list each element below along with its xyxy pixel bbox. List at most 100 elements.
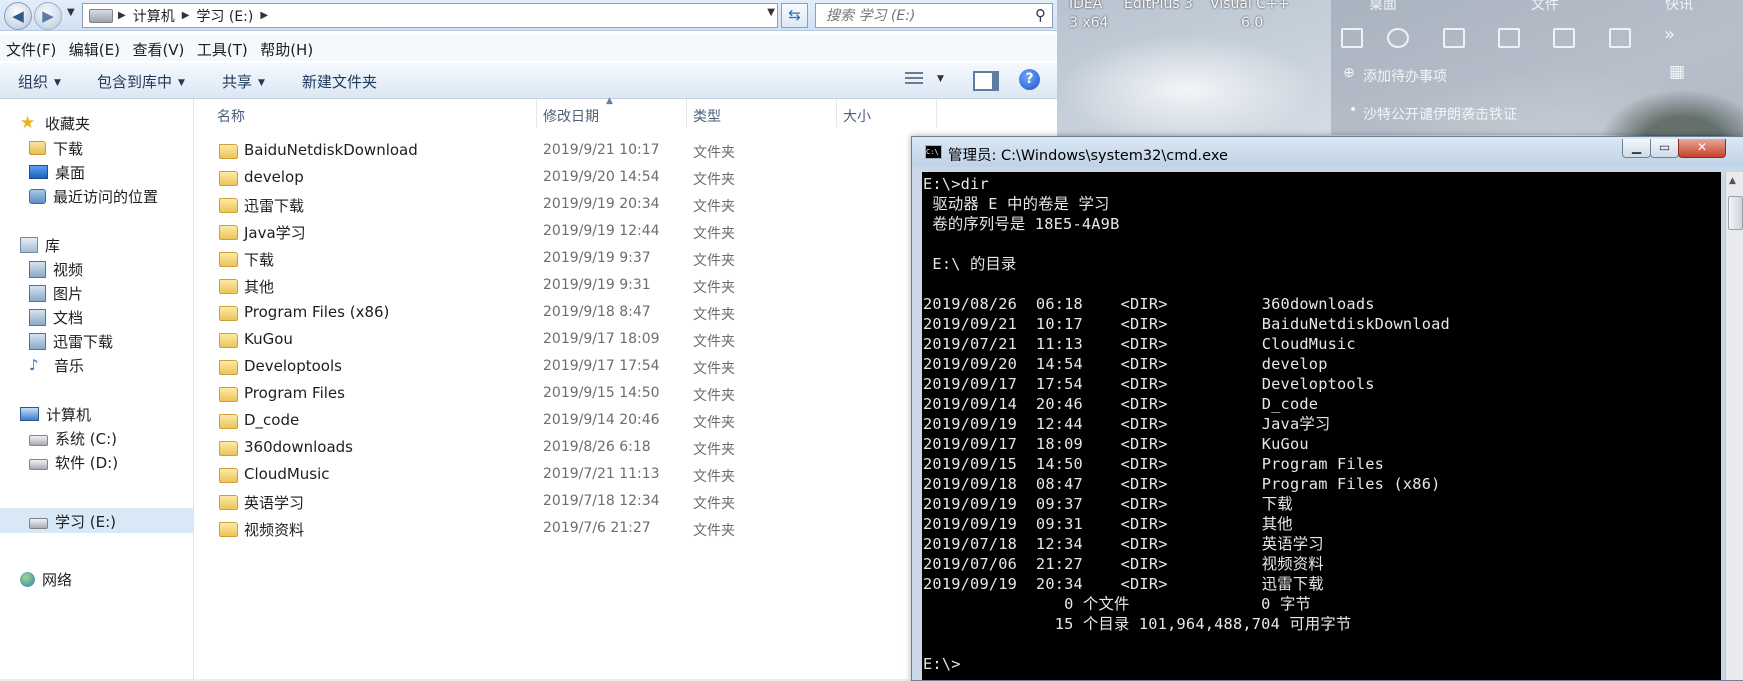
- minimize-button[interactable]: ▁: [1622, 139, 1651, 158]
- column-divider[interactable]: [836, 99, 837, 127]
- column-header-modified[interactable]: 修改日期: [543, 106, 599, 126]
- file-date: 2019/9/19 20:34: [543, 196, 660, 212]
- folder-icon: [219, 279, 238, 294]
- news-headline[interactable]: 沙特公开谴伊朗袭击铁证: [1363, 104, 1517, 124]
- file-type: 文件夹: [693, 253, 735, 269]
- file-name: 下载: [244, 251, 275, 269]
- image-icon[interactable]: [1553, 28, 1575, 48]
- include-in-library-button[interactable]: 包含到库中 ▼: [97, 71, 185, 92]
- refresh-button[interactable]: ⇆: [781, 3, 808, 28]
- address-bar[interactable]: ▶ 计算机 ▶ 学习 (E:) ▶ ▼: [82, 3, 778, 28]
- nav-recent-places[interactable]: 最近访问的位置: [29, 184, 158, 208]
- explorer-window: ◀ ▶ ▼ ▶ 计算机 ▶ 学习 (E:) ▶ ▼ ⇆ ⚲ 文件(F) 编辑(E…: [0, 0, 1057, 679]
- edit-icon[interactable]: [1443, 28, 1465, 48]
- console-scrollbar[interactable]: ▲: [1725, 172, 1743, 680]
- add-todo-icon[interactable]: ⊕: [1343, 65, 1355, 81]
- file-name: 迅雷下载: [244, 197, 305, 215]
- breadcrumb-arrow-icon[interactable]: ▶: [179, 10, 193, 21]
- folder-icon: [219, 225, 238, 240]
- scroll-up-icon[interactable]: ▲: [1729, 176, 1736, 186]
- column-divider[interactable]: [536, 99, 537, 127]
- console-output[interactable]: E:\>dir 驱动器 E 中的卷是 学习 卷的序列号是 18E5-4A9B E…: [922, 172, 1721, 680]
- desktop-icon-vc-label[interactable]: Visual C++: [1210, 0, 1289, 12]
- column-header-name[interactable]: 名称: [217, 106, 245, 126]
- nav-drive-d[interactable]: 软件 (D:): [29, 450, 118, 474]
- nav-libraries[interactable]: 库: [20, 233, 60, 257]
- add-todo-label[interactable]: 添加待办事项: [1363, 66, 1447, 86]
- nav-favorites[interactable]: ★ 收藏夹: [20, 111, 90, 135]
- breadcrumb-arrow-icon[interactable]: ▶: [257, 10, 271, 21]
- help-icon[interactable]: ?: [1019, 69, 1040, 90]
- maximize-button[interactable]: ▭: [1650, 139, 1679, 158]
- menu-help[interactable]: 帮助(H): [254, 35, 313, 60]
- desktop-icon-idea-label[interactable]: IDEA: [1069, 0, 1102, 12]
- new-folder-button[interactable]: 新建文件夹: [302, 71, 377, 92]
- menu-file[interactable]: 文件(F): [0, 35, 56, 60]
- nav-drive-e[interactable]: 学习 (E:): [29, 509, 116, 533]
- column-divider[interactable]: [936, 99, 937, 127]
- recent-pages-dropdown-icon[interactable]: ▼: [67, 7, 75, 18]
- search-input[interactable]: [824, 7, 1028, 25]
- back-button[interactable]: ◀: [4, 2, 32, 30]
- organize-button[interactable]: 组织 ▼: [18, 71, 61, 92]
- qr-code-icon[interactable]: ▦: [1669, 62, 1685, 82]
- lock-icon[interactable]: [1609, 28, 1631, 48]
- file-type: 文件夹: [693, 334, 735, 350]
- menu-edit[interactable]: 编辑(E): [63, 35, 120, 60]
- eye-icon[interactable]: [1387, 28, 1409, 48]
- nav-drive-c[interactable]: 系统 (C:): [29, 426, 117, 450]
- nav-desktop[interactable]: 桌面: [29, 160, 85, 184]
- close-button[interactable]: ✕: [1678, 139, 1726, 158]
- change-view-icon[interactable]: [905, 72, 923, 87]
- menu-view[interactable]: 查看(V): [126, 35, 184, 60]
- organize-label: 组织: [18, 73, 49, 91]
- breadcrumb-arrow-icon[interactable]: ▶: [115, 10, 129, 21]
- preview-pane-icon[interactable]: [973, 71, 999, 91]
- network-icon: [20, 571, 35, 587]
- column-divider[interactable]: [686, 99, 687, 127]
- search-icon[interactable]: ⚲: [1035, 6, 1046, 24]
- nav-videos[interactable]: 视频: [29, 257, 83, 281]
- column-header-type[interactable]: 类型: [693, 106, 721, 126]
- desktop-icon-editplus-label[interactable]: EditPlus 3: [1124, 0, 1193, 12]
- file-name: KuGou: [244, 330, 293, 348]
- share-button[interactable]: 共享 ▼: [222, 71, 265, 92]
- menu-tools[interactable]: 工具(T): [191, 35, 248, 60]
- cmd-title-bar[interactable]: C:\ 管理员: C:\Windows\system32\cmd.exe ▁ ▭…: [912, 137, 1743, 167]
- crop-icon[interactable]: [1341, 28, 1363, 48]
- expand-icon[interactable]: »: [1664, 24, 1675, 45]
- nav-pictures[interactable]: 图片: [29, 281, 83, 305]
- nav-xunlei-downloads[interactable]: 迅雷下载: [29, 329, 113, 353]
- share-label: 共享: [222, 73, 253, 91]
- file-date: 2019/9/21 10:17: [543, 142, 660, 158]
- file-date: 2019/9/19 9:37: [543, 250, 651, 266]
- column-header-size[interactable]: 大小: [843, 106, 871, 126]
- file-name: 视频资料: [244, 521, 305, 539]
- breadcrumb-computer[interactable]: 计算机: [129, 6, 179, 26]
- nav-documents[interactable]: 文档: [29, 305, 83, 329]
- cmd-window-title: 管理员: C:\Windows\system32\cmd.exe: [948, 148, 1228, 164]
- nav-label: 桌面: [55, 163, 86, 182]
- nav-downloads[interactable]: 下载: [29, 136, 83, 160]
- cmd-app-icon[interactable]: C:\: [925, 145, 942, 159]
- forward-button[interactable]: ▶: [34, 2, 62, 30]
- widget-files-label[interactable]: 文件: [1531, 0, 1559, 14]
- breadcrumb-drive-e[interactable]: 学习 (E:): [192, 6, 257, 26]
- file-date: 2019/9/19 9:31: [543, 277, 651, 293]
- desktop-icon-idea-label-2[interactable]: 3 x64: [1069, 15, 1108, 31]
- chevron-down-icon: ▼: [258, 78, 265, 88]
- search-box[interactable]: ⚲: [815, 3, 1053, 28]
- file-type: 文件夹: [693, 145, 735, 161]
- scrollbar-thumb[interactable]: [1728, 196, 1743, 230]
- nav-music[interactable]: ♪ 音乐: [29, 353, 84, 377]
- widget-news-label[interactable]: 快讯: [1665, 0, 1693, 14]
- nav-computer[interactable]: 计算机: [20, 402, 91, 426]
- widget-desktop-label[interactable]: 桌面: [1369, 0, 1397, 14]
- view-options-dropdown-icon[interactable]: ▼: [937, 74, 944, 84]
- file-date: 2019/9/19 12:44: [543, 223, 660, 239]
- calculator-icon[interactable]: [1498, 28, 1520, 48]
- nav-network[interactable]: 网络: [20, 567, 72, 591]
- desktop-icon-vc-label-2[interactable]: 6.0: [1241, 15, 1263, 31]
- file-date: 2019/7/18 12:34: [543, 493, 660, 509]
- address-history-dropdown-icon[interactable]: ▼: [767, 7, 775, 18]
